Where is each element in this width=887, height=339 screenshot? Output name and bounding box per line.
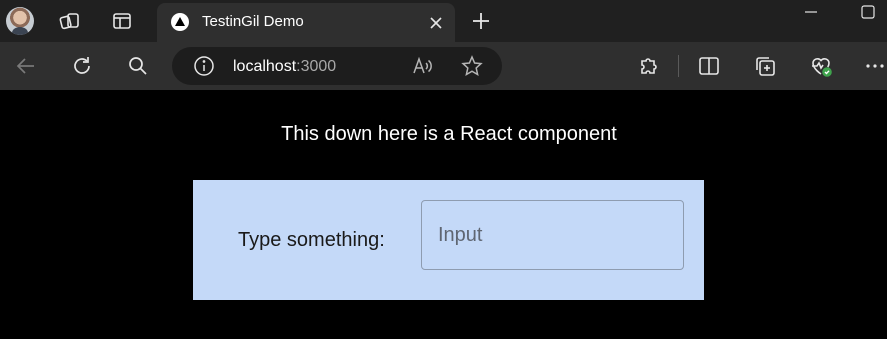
back-arrow-icon[interactable] xyxy=(14,54,38,78)
input-label: Type something: xyxy=(238,229,385,251)
new-tab-plus-icon[interactable] xyxy=(470,10,492,32)
extensions-icon[interactable] xyxy=(636,54,660,78)
more-icon[interactable] xyxy=(863,54,887,78)
minimize-icon[interactable] xyxy=(799,2,823,22)
url-host: localhost xyxy=(233,58,297,75)
search-icon[interactable] xyxy=(126,54,150,78)
star-icon[interactable] xyxy=(461,55,483,77)
info-icon[interactable] xyxy=(193,55,215,77)
react-component-card: Type something: xyxy=(193,180,704,300)
tab-title: TestinGil Demo xyxy=(202,13,304,30)
read-aloud-icon[interactable] xyxy=(412,55,434,77)
split-screen-icon[interactable] xyxy=(697,54,721,78)
text-input[interactable] xyxy=(421,200,684,270)
triangle-favicon-icon xyxy=(171,13,189,31)
address-bar[interactable]: localhost:3000 xyxy=(172,47,502,85)
close-icon[interactable] xyxy=(425,12,447,34)
url-port: :3000 xyxy=(296,58,337,75)
tab-active[interactable]: TestinGil Demo xyxy=(157,3,455,42)
workspaces-icon[interactable] xyxy=(59,11,81,31)
toolbar-divider xyxy=(678,55,679,77)
profile-avatar[interactable] xyxy=(6,7,34,35)
refresh-icon[interactable] xyxy=(70,54,94,78)
page-viewport: This down here is a React component Type… xyxy=(0,90,887,339)
vertical-tabs-icon[interactable] xyxy=(111,11,133,31)
collections-icon[interactable] xyxy=(753,54,777,78)
maximize-icon[interactable] xyxy=(856,2,880,22)
page-heading: This down here is a React component xyxy=(281,123,617,145)
browser-essentials-icon[interactable] xyxy=(809,54,833,78)
browser-toolbar: localhost:3000 xyxy=(0,42,887,90)
url-text[interactable]: localhost:3000 xyxy=(233,58,336,76)
tab-strip: TestinGil Demo xyxy=(0,0,887,42)
